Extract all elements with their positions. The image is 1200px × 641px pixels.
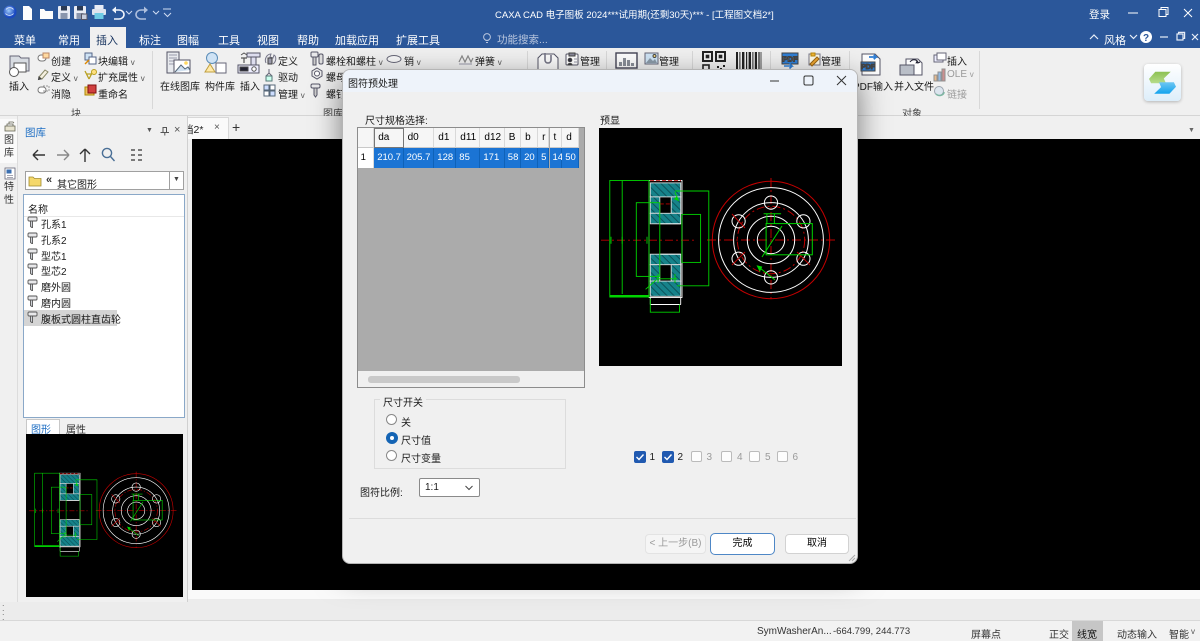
svg-text:PDF: PDF <box>861 64 876 71</box>
svg-text:PDF: PDF <box>783 55 798 64</box>
svg-text:?: ? <box>1143 33 1149 44</box>
